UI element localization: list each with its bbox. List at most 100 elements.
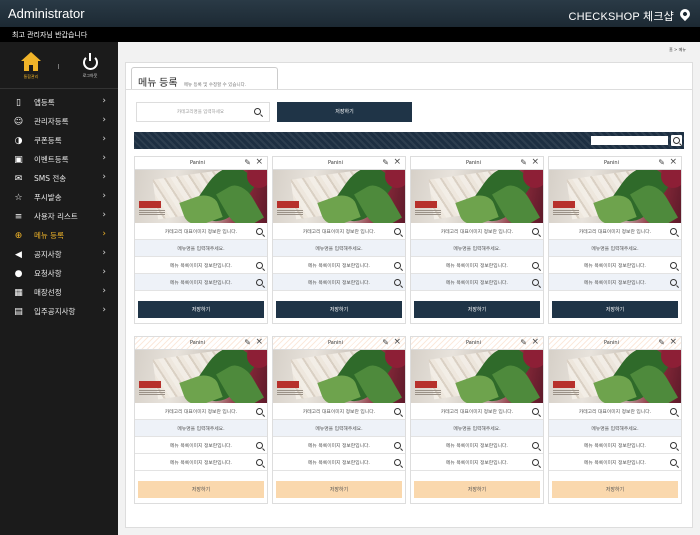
search-button[interactable] (394, 228, 401, 235)
card-save-button[interactable]: 저장하기 (552, 481, 678, 498)
card-field-row[interactable]: 메뉴 목록이미지 정보란입니다. (411, 274, 543, 291)
close-icon[interactable]: × (255, 337, 263, 347)
card-field-row[interactable]: 메뉴 목록이미지 정보란입니다. (135, 257, 267, 274)
card-field-row[interactable]: 메뉴명을 입력해주세요. (273, 240, 405, 257)
card-field-row[interactable]: 메뉴명을 입력해주세요. (273, 420, 405, 437)
card-field-row[interactable]: 메뉴 목록이미지 정보란입니다. (549, 257, 681, 274)
close-icon[interactable]: × (393, 157, 401, 167)
sidebar-item-8[interactable]: ⊕ 메뉴 등록 › (0, 226, 118, 245)
search-button[interactable] (254, 108, 261, 115)
sidebar-item-11[interactable]: ▦ 매장선정 › (0, 283, 118, 302)
card-field-row[interactable]: 카테고리 대표이미지 정보란 입니다. (549, 403, 681, 420)
search-button[interactable] (256, 279, 263, 286)
menu-image[interactable] (411, 350, 543, 403)
sidebar-item-7[interactable]: ≡ 사용자 리스트 › (0, 207, 118, 226)
card-field-row[interactable]: 메뉴 목록이미지 정보란입니다. (273, 257, 405, 274)
menu-image[interactable] (135, 170, 267, 223)
close-icon[interactable]: × (393, 337, 401, 347)
card-field-row[interactable]: 메뉴 목록이미지 정보란입니다. (273, 454, 405, 471)
search-button[interactable] (394, 459, 401, 466)
card-field-row[interactable]: 메뉴명을 입력해주세요. (549, 240, 681, 257)
search-button[interactable] (532, 262, 539, 269)
search-button[interactable] (394, 279, 401, 286)
card-field-row[interactable]: 메뉴명을 입력해주세요. (135, 240, 267, 257)
search-button[interactable] (670, 279, 677, 286)
card-field-row[interactable]: 메뉴명을 입력해주세요. (549, 420, 681, 437)
edit-icon[interactable]: ✎ (382, 158, 389, 167)
filter-search-button[interactable] (671, 135, 682, 146)
search-button[interactable] (670, 459, 677, 466)
edit-icon[interactable]: ✎ (382, 338, 389, 347)
sidebar-item-12[interactable]: ▤ 입주공지사항 › (0, 302, 118, 321)
search-button[interactable] (256, 442, 263, 449)
close-icon[interactable]: × (531, 337, 539, 347)
card-save-button[interactable]: 저장하기 (552, 301, 678, 318)
card-field-row[interactable]: 메뉴명을 입력해주세요. (411, 240, 543, 257)
close-icon[interactable]: × (669, 157, 677, 167)
card-field-row[interactable]: 메뉴명을 입력해주세요. (411, 420, 543, 437)
logout-button[interactable]: 로그아웃 (70, 52, 110, 79)
card-field-row[interactable]: 메뉴 목록이미지 정보란입니다. (135, 437, 267, 454)
card-field-row[interactable]: 메뉴 목록이미지 정보란입니다. (135, 274, 267, 291)
card-field-row[interactable]: 메뉴 목록이미지 정보란입니다. (549, 437, 681, 454)
close-icon[interactable]: × (255, 157, 263, 167)
search-button[interactable] (532, 442, 539, 449)
search-button[interactable] (532, 459, 539, 466)
close-icon[interactable]: × (669, 337, 677, 347)
search-button[interactable] (670, 442, 677, 449)
menu-image[interactable] (273, 350, 405, 403)
close-icon[interactable]: × (531, 157, 539, 167)
sidebar-item-5[interactable]: ✉ SMS 전송 › (0, 169, 118, 188)
search-button[interactable] (394, 408, 401, 415)
edit-icon[interactable]: ✎ (658, 338, 665, 347)
edit-icon[interactable]: ✎ (658, 158, 665, 167)
home-button[interactable]: 통합관리 (11, 52, 51, 80)
card-field-row[interactable]: 카테고리 대표이미지 정보란 입니다. (273, 223, 405, 240)
sidebar-item-4[interactable]: ▣ 이벤트등록 › (0, 150, 118, 169)
sidebar-item-1[interactable]: ▯ 앱등록 › (0, 93, 118, 112)
card-field-row[interactable]: 메뉴명을 입력해주세요. (135, 420, 267, 437)
card-save-button[interactable]: 저장하기 (414, 301, 540, 318)
card-save-button[interactable]: 저장하기 (138, 301, 264, 318)
card-field-row[interactable]: 카테고리 대표이미지 정보란 입니다. (411, 403, 543, 420)
card-field-row[interactable]: 메뉴 목록이미지 정보란입니다. (135, 454, 267, 471)
card-field-row[interactable]: 메뉴 목록이미지 정보란입니다. (411, 454, 543, 471)
card-field-row[interactable]: 메뉴 목록이미지 정보란입니다. (273, 274, 405, 291)
search-input[interactable]: 카테고리명을 입력하세요 (177, 109, 224, 115)
search-button[interactable] (532, 228, 539, 235)
menu-image[interactable] (411, 170, 543, 223)
filter-search-input[interactable] (591, 136, 668, 145)
save-button[interactable]: 저장하기 (277, 102, 412, 122)
category-search[interactable]: 카테고리명을 입력하세요 (136, 102, 270, 122)
search-button[interactable] (670, 408, 677, 415)
card-field-row[interactable]: 카테고리 대표이미지 정보란 입니다. (273, 403, 405, 420)
search-button[interactable] (256, 408, 263, 415)
menu-image[interactable] (273, 170, 405, 223)
search-button[interactable] (256, 262, 263, 269)
search-button[interactable] (670, 262, 677, 269)
search-button[interactable] (532, 279, 539, 286)
sidebar-item-2[interactable]: ☺ 관리자등록 › (0, 112, 118, 131)
card-field-row[interactable]: 메뉴 목록이미지 정보란입니다. (549, 274, 681, 291)
card-field-row[interactable]: 메뉴 목록이미지 정보란입니다. (549, 454, 681, 471)
search-button[interactable] (394, 262, 401, 269)
search-button[interactable] (256, 459, 263, 466)
card-field-row[interactable]: 카테고리 대표이미지 정보란 입니다. (135, 403, 267, 420)
menu-image[interactable] (135, 350, 267, 403)
card-save-button[interactable]: 저장하기 (276, 481, 402, 498)
card-field-row[interactable]: 카테고리 대표이미지 정보란 입니다. (411, 223, 543, 240)
search-button[interactable] (394, 442, 401, 449)
card-field-row[interactable]: 카테고리 대표이미지 정보란 입니다. (549, 223, 681, 240)
card-field-row[interactable]: 카테고리 대표이미지 정보란 입니다. (135, 223, 267, 240)
brand-logo[interactable]: CHECKSHOP 체크샵 (568, 8, 674, 24)
card-field-row[interactable]: 메뉴 목록이미지 정보란입니다. (411, 437, 543, 454)
edit-icon[interactable]: ✎ (244, 338, 251, 347)
sidebar-item-10[interactable]: ● 요청사항 › (0, 264, 118, 283)
edit-icon[interactable]: ✎ (244, 158, 251, 167)
search-button[interactable] (670, 228, 677, 235)
card-save-button[interactable]: 저장하기 (414, 481, 540, 498)
menu-image[interactable] (549, 350, 681, 403)
edit-icon[interactable]: ✎ (520, 158, 527, 167)
search-button[interactable] (256, 228, 263, 235)
tab-menu-register[interactable]: 메뉴 등록 메뉴 등록 및 수정할 수 있습니다. (131, 67, 278, 89)
